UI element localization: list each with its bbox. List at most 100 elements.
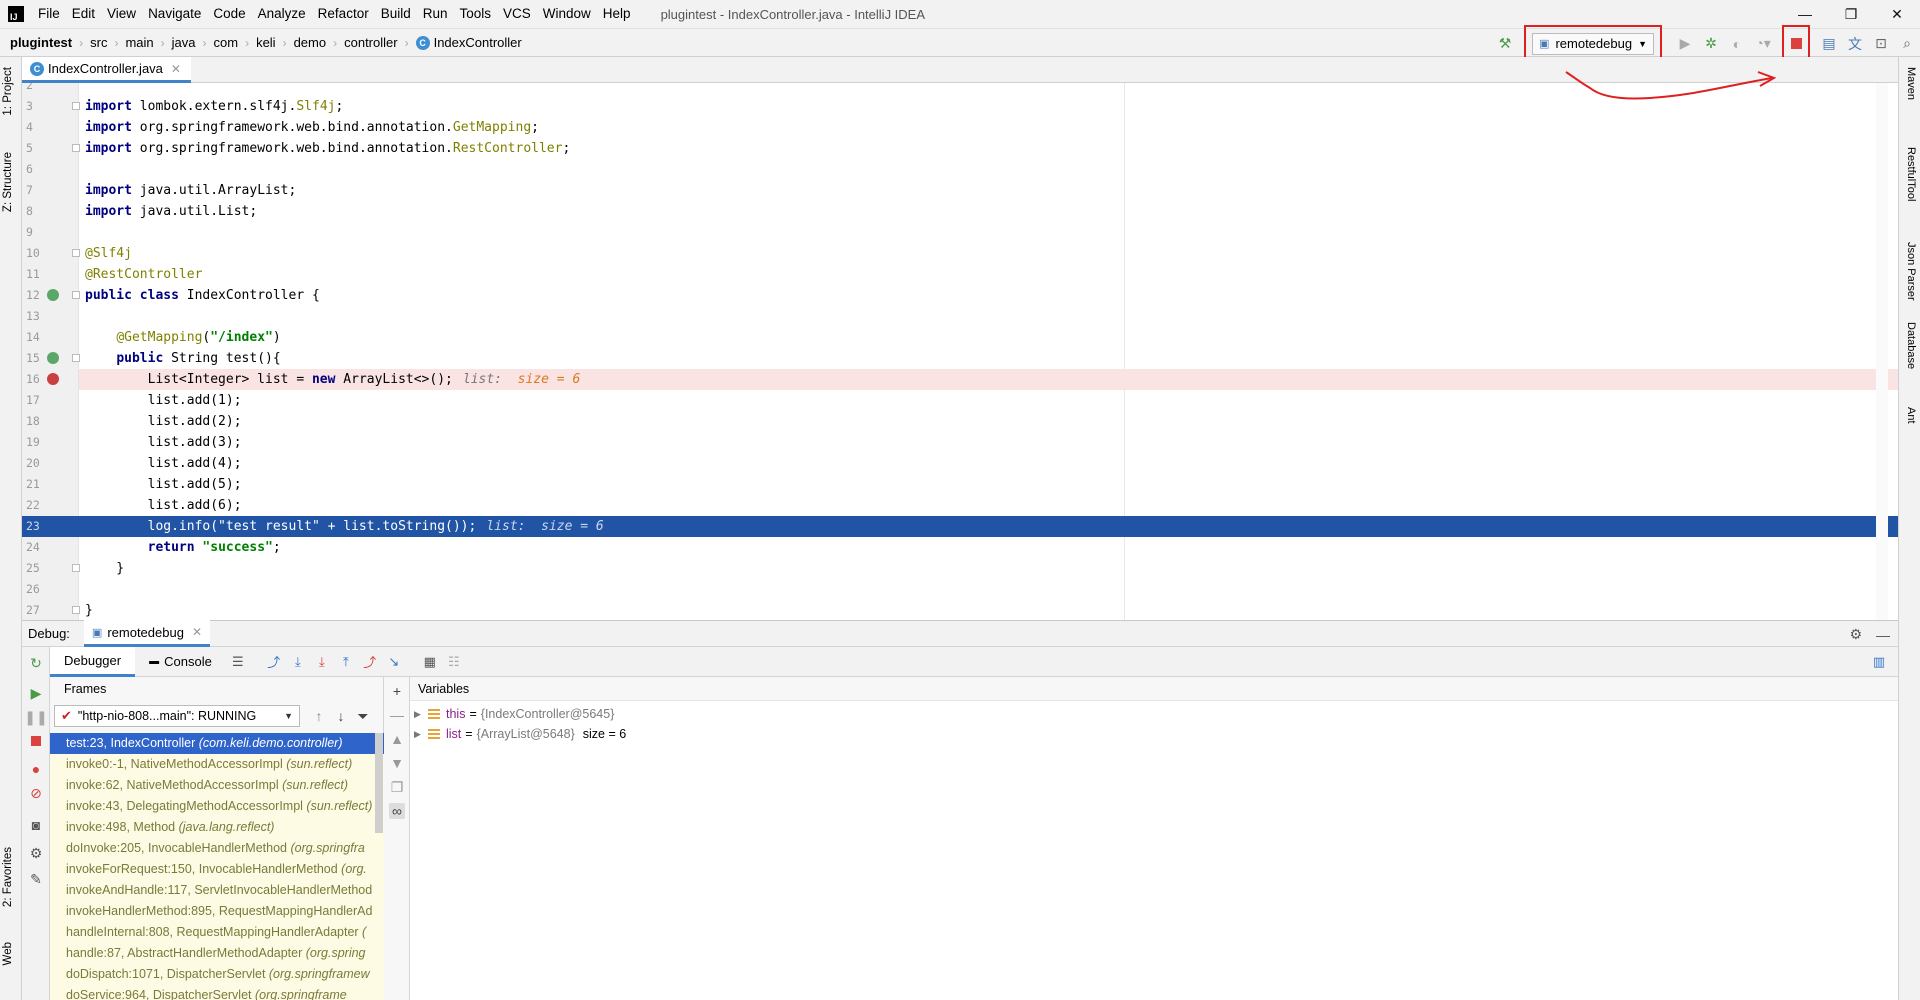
code-line[interactable]: list.add(2); [79,411,1898,432]
menu-lines-icon[interactable]: ☰ [227,651,249,673]
move-down-icon[interactable]: ▼ [389,755,405,771]
breadcrumb-keli[interactable]: keli [252,35,280,50]
stack-frame[interactable]: test:23, IndexController (com.keli.demo.… [50,733,384,754]
layout-icon[interactable]: ▥ [1868,651,1890,673]
expand-arrow-icon[interactable]: ▶ [414,709,428,720]
stack-frame[interactable]: invoke0:-1, NativeMethodAccessorImpl (su… [50,754,384,775]
code-line[interactable] [79,579,1898,600]
pin-icon[interactable]: ✎ [28,871,44,887]
force-step-into-icon[interactable]: ⤒ [335,651,357,673]
menu-build[interactable]: Build [375,0,417,28]
code-line[interactable]: list.add(1); [79,390,1898,411]
code-line[interactable] [79,222,1898,243]
editor-tab-indexcontroller[interactable]: C IndexController.java ✕ [22,57,191,83]
move-up-icon[interactable]: ▲ [389,731,405,747]
code-line[interactable]: import java.util.List; [79,201,1898,222]
code-line[interactable]: import org.springframework.web.bind.anno… [79,138,1898,159]
menu-file[interactable]: File [32,0,66,28]
code-line[interactable]: @GetMapping("/index") [79,327,1898,348]
run-to-cursor-icon[interactable]: ↘ [383,651,405,673]
menu-run[interactable]: Run [417,0,454,28]
breadcrumb-src[interactable]: src [86,35,111,50]
menu-code[interactable]: Code [207,0,251,28]
search-icon[interactable]: ⌕ [1895,32,1919,56]
menu-tools[interactable]: Tools [454,0,498,28]
maximize-button[interactable]: ❐ [1828,0,1874,28]
trace-icon[interactable]: ☷ [443,651,465,673]
mute-breakpoints-icon[interactable]: ⊘ [28,785,44,801]
thread-selector[interactable]: ✔ "http-nio-808...main": RUNNING ▼ [54,705,300,727]
camera-icon[interactable]: ◙ [28,817,44,833]
restful-tool-tab[interactable]: RestfulTool [1905,147,1917,201]
favorites-tool-tab[interactable]: 2: Favorites [2,847,14,907]
code-line[interactable]: list.add(5); [79,474,1898,495]
code-area[interactable]: import lombok.extern.slf4j.Slf4j; import … [79,83,1898,620]
stack-frame[interactable]: doDispatch:1071, DispatcherServlet (org.… [50,964,384,985]
stack-frame[interactable]: invoke:62, NativeMethodAccessorImpl (sun… [50,775,384,796]
menu-navigate[interactable]: Navigate [142,0,207,28]
code-line[interactable] [79,159,1898,180]
code-editor[interactable]: 2 3 4 5 6 7 8 9 10 11 12 13 14 15 16 17 18 19 20 21 22 23 24 25… [22,83,1898,620]
web-tool-tab[interactable]: Web [2,942,14,965]
pause-icon[interactable]: ❚❚ [24,709,47,725]
structure-tool-tab[interactable]: Z: Structure [2,152,14,212]
menu-edit[interactable]: Edit [66,0,101,28]
code-line[interactable] [79,83,1898,96]
code-line[interactable] [79,306,1898,327]
tab-console[interactable]: ▬ Console [135,647,226,677]
build-hammer-icon[interactable]: ⚒ [1493,32,1517,56]
breadcrumb-controller[interactable]: controller [340,35,401,50]
code-line[interactable]: public String test(){ [79,348,1898,369]
step-into-icon[interactable]: ⤓ [311,651,333,673]
run-config-selector[interactable]: ▣ remotedebug ▼ [1532,32,1654,55]
stack-frame[interactable]: invoke:43, DelegatingMethodAccessorImpl … [50,796,384,817]
debug-session-tab[interactable]: ▣ remotedebug ✕ [83,620,211,647]
stack-frame[interactable]: invokeHandlerMethod:895, RequestMappingH… [50,901,384,922]
breakpoint-line[interactable]: List<Integer> list = new ArrayList<>(); l… [79,369,1898,390]
translate-icon[interactable]: 文 [1843,32,1867,56]
frame-list[interactable]: test:23, IndexController (com.keli.demo.… [50,733,384,1000]
add-watch-icon[interactable]: + [389,683,405,699]
code-line[interactable]: return "success"; [79,537,1898,558]
code-line[interactable]: list.add(6); [79,495,1898,516]
profile-icon[interactable]: ◔▾ [1751,32,1775,56]
gear-icon[interactable]: ⚙ [1849,626,1862,643]
step-out-icon[interactable]: ⤴ [359,651,381,673]
step-over-icon[interactable]: ⤓ [287,651,309,673]
ant-tool-tab[interactable]: Ant [1905,407,1917,424]
execution-line[interactable]: log.info("test result" + list.toString()… [79,516,1898,537]
breadcrumb-demo[interactable]: demo [290,35,331,50]
rerun-icon[interactable]: ↻ [28,655,44,671]
stack-frame[interactable]: invokeForRequest:150, InvocableHandlerMe… [50,859,384,880]
stack-frame[interactable]: doService:964, DispatcherServlet (org.sp… [50,985,384,1000]
stack-frame[interactable]: handle:87, AbstractHandlerMethodAdapter … [50,943,384,964]
editor-scrollbar[interactable] [1876,83,1888,620]
glasses-icon[interactable]: ∞ [389,803,405,819]
breadcrumb-java[interactable]: java [168,35,200,50]
close-icon[interactable]: ✕ [192,625,202,639]
code-line[interactable]: list.add(4); [79,453,1898,474]
code-line[interactable]: } [79,558,1898,579]
stack-frame[interactable]: invokeAndHandle:117, ServletInvocableHan… [50,880,384,901]
spring-bean-icon[interactable] [47,289,59,301]
stop-icon[interactable] [28,733,44,749]
stop-button[interactable] [1790,38,1802,49]
filter-icon[interactable]: ⏷ [352,708,374,725]
variables-list[interactable]: ▶ this = {IndexController@5645} ▶ list = {Array… [410,701,1898,744]
code-line[interactable]: import org.springframework.web.bind.anno… [79,117,1898,138]
database-tool-tab[interactable]: Database [1905,322,1917,369]
code-line[interactable]: @Slf4j [79,243,1898,264]
maven-tool-tab[interactable]: Maven [1905,67,1917,100]
breadcrumb-com[interactable]: com [210,35,243,50]
evaluate-expression-icon[interactable]: ▦ [419,651,441,673]
menu-help[interactable]: Help [597,0,637,28]
menu-analyze[interactable]: Analyze [252,0,312,28]
breadcrumb-class[interactable]: C IndexController [412,35,526,50]
close-icon[interactable]: ✕ [171,62,181,76]
show-execution-point-icon[interactable]: ⤴ [263,651,285,673]
breadcrumb-project[interactable]: plugintest [0,35,76,50]
copy-icon[interactable]: ❐ [389,779,405,795]
menu-view[interactable]: View [101,0,142,28]
breakpoint-icon[interactable] [47,373,59,385]
settings-icon[interactable]: ⚙ [28,845,44,861]
